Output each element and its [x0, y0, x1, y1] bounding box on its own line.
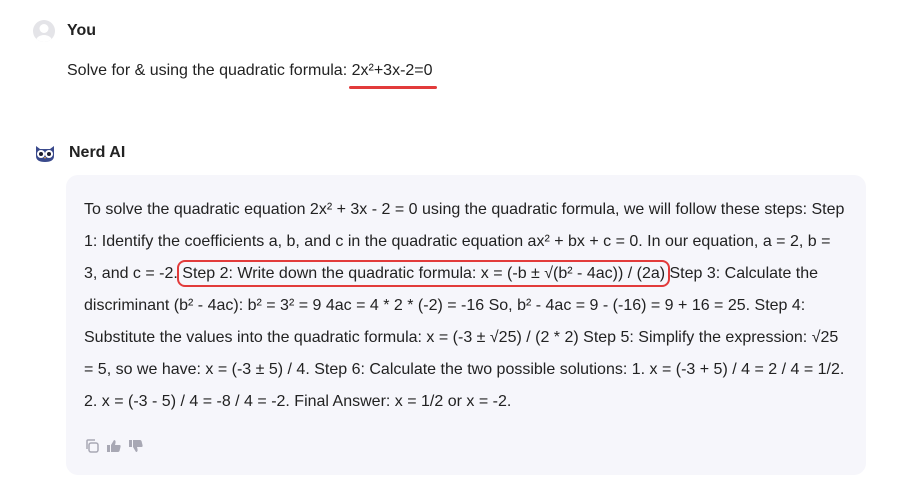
user-equation-text: 2x²+3x-2=0 — [351, 62, 433, 79]
thumbs-down-icon[interactable] — [128, 438, 144, 454]
ai-header: Nerd AI — [33, 142, 125, 164]
ai-answer: To solve the quadratic equation 2x² + 3x… — [84, 194, 848, 418]
response-actions — [84, 438, 144, 454]
answer-highlighted-step: Step 2: Write down the quadratic formula… — [177, 260, 671, 287]
owl-avatar-icon — [33, 142, 57, 164]
user-equation: 2x²+3x-2=0 — [348, 62, 437, 89]
user-message: Solve for & using the quadratic formula:… — [67, 62, 437, 89]
thumbs-up-icon[interactable] — [106, 438, 122, 454]
answer-text-part2: Step 3: Calculate the discriminant (b² -… — [84, 265, 845, 410]
user-message-text: Solve for & using the quadratic formula: — [67, 62, 352, 79]
copy-icon[interactable] — [84, 438, 100, 454]
user-avatar-icon — [33, 20, 55, 42]
ai-response-bubble: To solve the quadratic equation 2x² + 3x… — [66, 175, 866, 475]
user-header: You — [33, 20, 96, 42]
ai-name: Nerd AI — [69, 144, 126, 161]
equation-underline-annotation — [348, 86, 437, 89]
user-name: You — [67, 22, 97, 39]
